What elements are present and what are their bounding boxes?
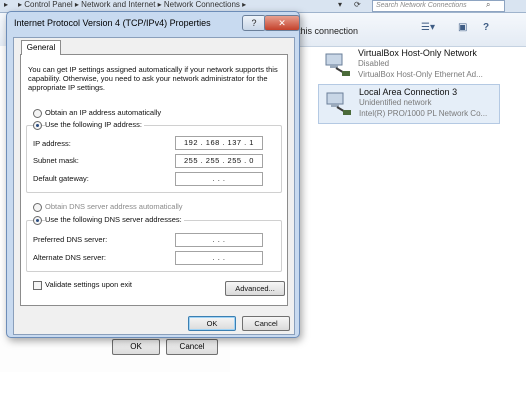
use-following-ip-label: Use the following IP address:	[45, 120, 144, 129]
validate-settings-checkbox[interactable]	[33, 281, 42, 290]
tab-general[interactable]: General	[21, 40, 61, 55]
ip-address-field[interactable]: 192 . 168 . 137 . 1	[175, 136, 263, 150]
preferred-dns-label: Preferred DNS server:	[33, 235, 108, 244]
obtain-dns-auto-label: Obtain DNS server address automatically	[45, 202, 183, 211]
dropdown-arrow-icon[interactable]: ▾	[338, 0, 342, 9]
alternate-dns-field[interactable]: . . .	[175, 251, 263, 265]
network-adapter-icon	[326, 92, 351, 115]
validate-settings-label: Validate settings upon exit	[45, 280, 133, 289]
help-button[interactable]: ?	[242, 15, 266, 31]
close-button[interactable]: ✕	[264, 15, 300, 31]
preferred-dns-field[interactable]: . . .	[175, 233, 263, 247]
connection-item-local-area-3[interactable]: Local Area Connection 3 Unidentified net…	[318, 84, 500, 124]
connection-item-virtualbox[interactable]: VirtualBox Host-Only Network Disabled Vi…	[318, 46, 498, 84]
ip-address-label: IP address:	[33, 139, 71, 148]
change-view-icon[interactable]: ☰▾	[421, 22, 435, 33]
subnet-mask-label: Subnet mask:	[33, 156, 79, 165]
use-following-dns-radio[interactable]	[33, 216, 42, 225]
toolbar-command[interactable]: this connection	[298, 26, 358, 36]
dialog-title: Internet Protocol Version 4 (TCP/IPv4) P…	[14, 18, 211, 28]
connection-status: Disabled	[358, 59, 390, 68]
nav-arrow-icon[interactable]: ▸	[4, 0, 8, 9]
cancel-button[interactable]: Cancel	[242, 316, 290, 331]
bg-ok-button[interactable]: OK	[112, 339, 160, 355]
connection-device: VirtualBox Host-Only Ethernet Ad...	[358, 70, 483, 79]
connection-name: VirtualBox Host-Only Network	[358, 48, 477, 58]
connection-device: Intel(R) PRO/1000 PL Network Co...	[359, 109, 488, 118]
dialog-client: General You can get IP settings assigned…	[13, 37, 295, 335]
obtain-ip-auto-radio[interactable]	[33, 109, 42, 118]
title-bar[interactable]: Internet Protocol Version 4 (TCP/IPv4) P…	[7, 12, 300, 34]
alternate-dns-label: Alternate DNS server:	[33, 253, 106, 262]
intro-text: You can get IP settings assigned automat…	[28, 65, 278, 92]
subnet-mask-field[interactable]: 255 . 255 . 255 . 0	[175, 154, 263, 168]
use-following-dns-label: Use the following DNS server addresses:	[45, 215, 184, 224]
general-tab-panel: You can get IP settings assigned automat…	[20, 54, 288, 306]
default-gateway-label: Default gateway:	[33, 174, 89, 183]
search-icon[interactable]: ⌕	[486, 0, 490, 10]
breadcrumb[interactable]: ▸ Control Panel ▸ Network and Internet ▸…	[18, 0, 246, 9]
default-gateway-field[interactable]: . . .	[175, 172, 263, 186]
use-following-ip-radio[interactable]	[33, 121, 42, 130]
ok-button[interactable]: OK	[188, 316, 236, 331]
help-icon[interactable]: ?	[483, 22, 489, 33]
obtain-ip-auto-label: Obtain an IP address automatically	[45, 108, 162, 117]
refresh-icon[interactable]: ⟳	[354, 0, 361, 9]
ipv4-properties-dialog: Internet Protocol Version 4 (TCP/IPv4) P…	[6, 11, 300, 338]
connection-name: Local Area Connection 3	[359, 87, 458, 97]
obtain-dns-auto-radio[interactable]	[33, 203, 42, 212]
preview-pane-icon[interactable]: ▣	[458, 22, 467, 33]
advanced-button[interactable]: Advanced...	[225, 281, 285, 296]
bg-cancel-button[interactable]: Cancel	[166, 339, 218, 355]
connection-status: Unidentified network	[359, 98, 432, 107]
network-adapter-icon	[325, 53, 350, 76]
